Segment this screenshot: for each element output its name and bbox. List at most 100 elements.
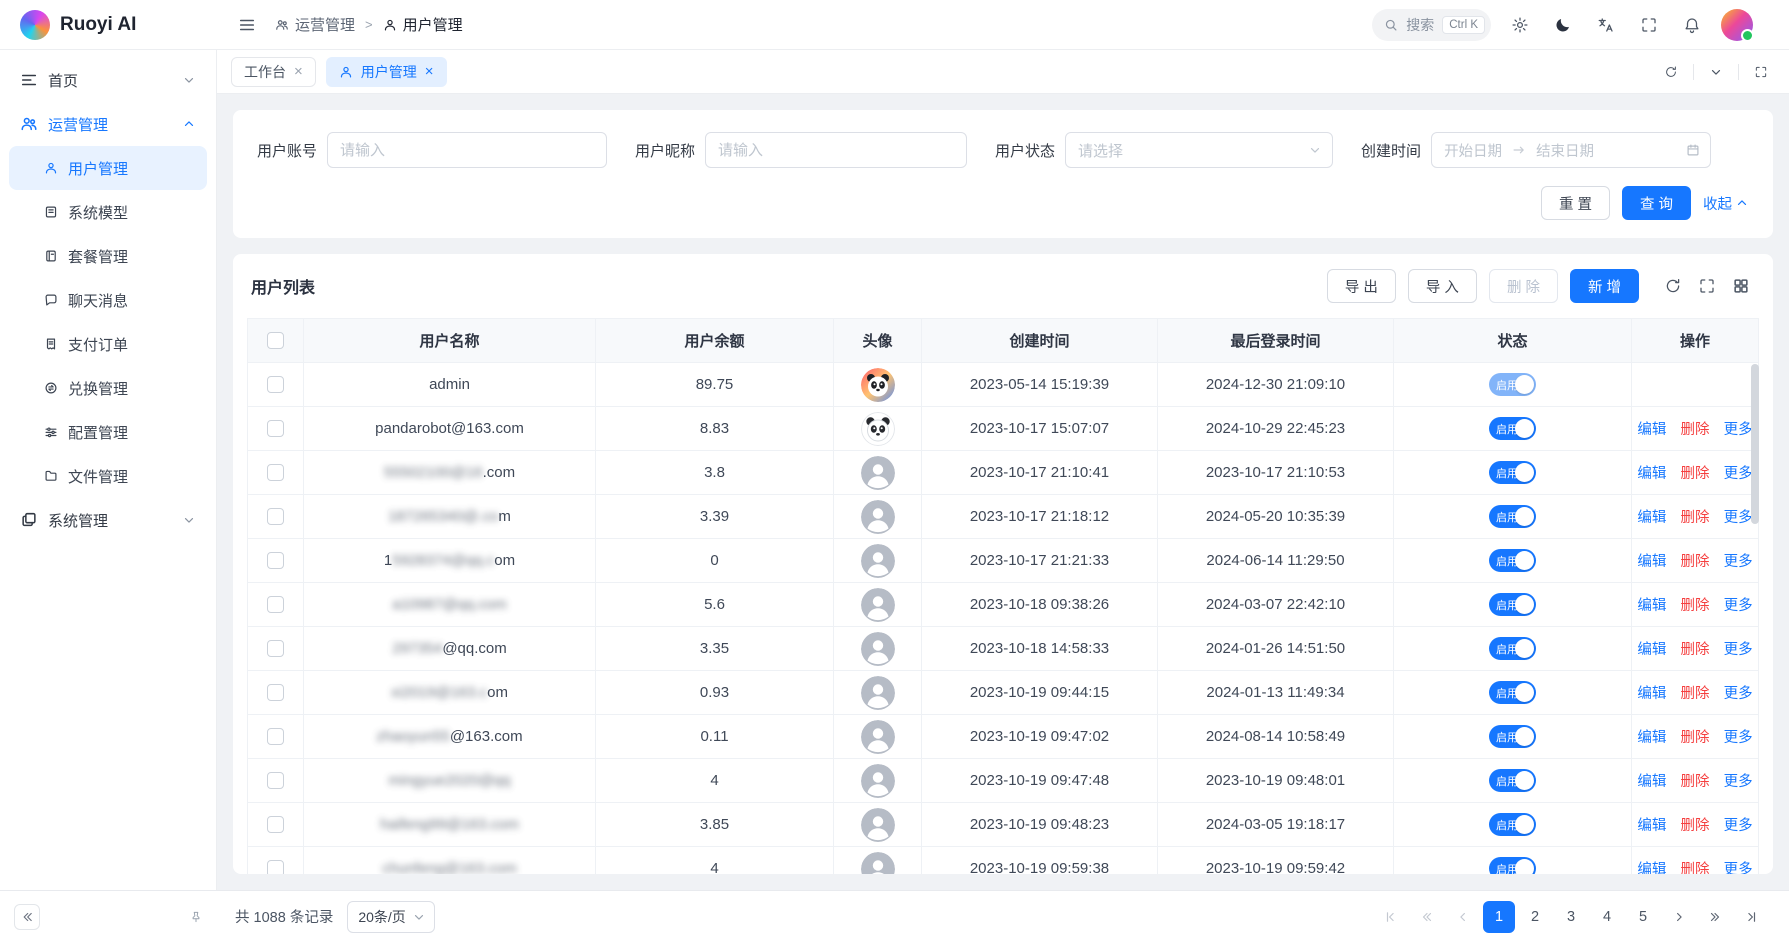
page-button-2[interactable]: 2 [1519,901,1551,933]
next-page-button[interactable] [1663,901,1695,933]
refresh-tab-button[interactable] [1657,58,1685,86]
edit-link[interactable]: 编辑 [1637,422,1666,438]
date-range-picker[interactable]: 开始日期 结束日期 [1431,132,1711,168]
close-icon[interactable]: × [294,64,303,79]
status-toggle[interactable]: 启用 [1489,505,1536,528]
row-checkbox[interactable] [267,640,284,657]
row-checkbox[interactable] [267,508,284,525]
column-settings-button[interactable] [1727,272,1755,300]
page-button-5[interactable]: 5 [1627,901,1659,933]
prev-5-pages-button[interactable] [1411,901,1443,933]
page-button-1[interactable]: 1 [1483,901,1515,933]
status-toggle[interactable]: 启用 [1489,373,1536,396]
more-link[interactable]: 更多 [1724,730,1753,746]
status-toggle[interactable]: 启用 [1489,549,1536,572]
row-checkbox[interactable] [267,464,284,481]
status-toggle[interactable]: 启用 [1489,593,1536,616]
delete-link[interactable]: 删除 [1681,730,1710,746]
edit-link[interactable]: 编辑 [1637,686,1666,702]
user-avatar-menu[interactable] [1721,9,1753,41]
collapse-link[interactable]: 收起 [1703,193,1749,214]
row-checkbox[interactable] [267,772,284,789]
sidebar-item-file-management[interactable]: 文件管理 [9,454,207,498]
breadcrumb-item-ops[interactable]: 运营管理 [275,14,355,35]
last-page-button[interactable] [1735,901,1767,933]
first-page-button[interactable] [1375,901,1407,933]
status-select[interactable]: 请选择 [1065,132,1333,168]
select-all-checkbox[interactable] [267,332,284,349]
delete-button[interactable]: 删 除 [1489,269,1558,303]
sidebar-item-chat-messages[interactable]: 聊天消息 [9,278,207,322]
vertical-scrollbar[interactable] [1751,364,1759,524]
row-checkbox[interactable] [267,860,284,874]
close-icon[interactable]: × [425,64,434,79]
delete-link[interactable]: 删除 [1681,422,1710,438]
reset-button[interactable]: 重 置 [1541,186,1610,220]
fullscreen-button[interactable] [1635,11,1663,39]
edit-link[interactable]: 编辑 [1637,862,1666,874]
sidebar-item-exchange-management[interactable]: 兑换管理 [9,366,207,410]
content-fullscreen-button[interactable] [1747,58,1775,86]
delete-link[interactable]: 删除 [1681,598,1710,614]
account-input[interactable] [327,132,607,168]
edit-link[interactable]: 编辑 [1637,774,1666,790]
status-toggle[interactable]: 启用 [1489,769,1536,792]
add-button[interactable]: 新 增 [1570,269,1639,303]
delete-link[interactable]: 删除 [1681,554,1710,570]
search-button[interactable]: 查 询 [1622,186,1691,220]
more-link[interactable]: 更多 [1724,510,1753,526]
sidebar-item-payment-orders[interactable]: 支付订单 [9,322,207,366]
language-button[interactable] [1592,11,1620,39]
sidebar-item-ops[interactable]: 运营管理 [9,102,207,146]
edit-link[interactable]: 编辑 [1637,554,1666,570]
delete-link[interactable]: 删除 [1681,466,1710,482]
more-link[interactable]: 更多 [1724,642,1753,658]
nickname-input[interactable] [705,132,967,168]
status-toggle[interactable]: 启用 [1489,725,1536,748]
more-link[interactable]: 更多 [1724,862,1753,874]
row-checkbox[interactable] [267,684,284,701]
sidebar-item-home[interactable]: 首页 [9,58,207,102]
status-toggle[interactable]: 启用 [1489,857,1536,874]
row-checkbox[interactable] [267,420,284,437]
more-link[interactable]: 更多 [1724,774,1753,790]
edit-link[interactable]: 编辑 [1637,510,1666,526]
edit-link[interactable]: 编辑 [1637,730,1666,746]
breadcrumb-item-current[interactable]: 用户管理 [383,14,463,35]
next-5-pages-button[interactable] [1699,901,1731,933]
status-toggle[interactable]: 启用 [1489,813,1536,836]
pin-sidebar-button[interactable] [189,910,203,924]
page-button-4[interactable]: 4 [1591,901,1623,933]
more-link[interactable]: 更多 [1724,554,1753,570]
global-search[interactable]: 搜索 Ctrl K [1372,9,1491,41]
collapse-sidebar-button[interactable] [14,904,40,930]
row-checkbox[interactable] [267,728,284,745]
export-button[interactable]: 导 出 [1327,269,1396,303]
delete-link[interactable]: 删除 [1681,510,1710,526]
table-fullscreen-button[interactable] [1693,272,1721,300]
more-link[interactable]: 更多 [1724,466,1753,482]
notifications-button[interactable] [1678,11,1706,39]
delete-link[interactable]: 删除 [1681,862,1710,874]
edit-link[interactable]: 编辑 [1637,598,1666,614]
sidebar-item-system-model[interactable]: 系统模型 [9,190,207,234]
sidebar-toggle-button[interactable] [233,11,261,39]
status-toggle[interactable]: 启用 [1489,681,1536,704]
more-link[interactable]: 更多 [1724,686,1753,702]
sidebar-item-system-management[interactable]: 系统管理 [9,498,207,542]
tab-user-management[interactable]: 用户管理 × [326,57,447,87]
more-link[interactable]: 更多 [1724,422,1753,438]
sidebar-item-config-management[interactable]: 配置管理 [9,410,207,454]
more-link[interactable]: 更多 [1724,598,1753,614]
edit-link[interactable]: 编辑 [1637,818,1666,834]
app-logo[interactable]: Ruoyi AI [0,10,217,40]
refresh-table-button[interactable] [1659,272,1687,300]
tab-options-button[interactable] [1702,58,1730,86]
row-checkbox[interactable] [267,596,284,613]
edit-link[interactable]: 编辑 [1637,642,1666,658]
tab-workbench[interactable]: 工作台 × [231,57,316,87]
row-checkbox[interactable] [267,376,284,393]
sidebar-item-user-management[interactable]: 用户管理 [9,146,207,190]
settings-button[interactable] [1506,11,1534,39]
edit-link[interactable]: 编辑 [1637,466,1666,482]
